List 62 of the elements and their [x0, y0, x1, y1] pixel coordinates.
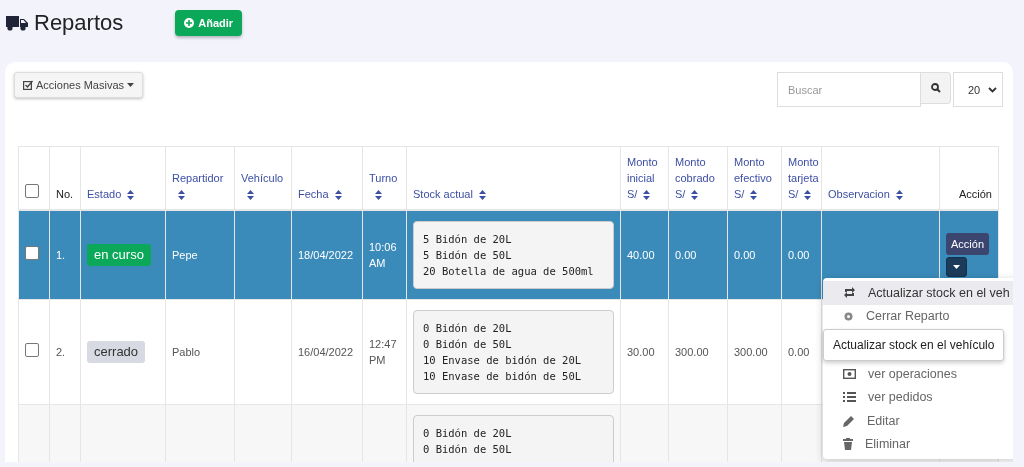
- sort-icon[interactable]: [895, 190, 903, 201]
- status-badge: en curso: [87, 244, 151, 266]
- sort-icon[interactable]: [334, 190, 342, 201]
- table-cell-text: 1.: [56, 248, 66, 263]
- stock-box: 5 Bidón de 20L 5 Bidón de 50L 20 Botella de agua de 500ml: [413, 221, 614, 289]
- table-cell-text: 10:06 AM: [369, 240, 398, 271]
- tooltip: Actualizar stock en el vehículo: [823, 329, 1005, 361]
- arrows-icon: [843, 287, 856, 299]
- caret-icon: [953, 265, 960, 269]
- stock-box: 0 Bidón de 20L 0 Bidón de 50L 10 Envase de bidón de 20L 10 Envase de bidón de 50L: [413, 310, 614, 394]
- sort-icon[interactable]: [127, 190, 135, 201]
- table-cell-text: 2.: [56, 345, 66, 360]
- table-cell-text: 300.00: [734, 345, 768, 360]
- tooltip: Acción: [946, 233, 990, 255]
- checkbox-icon: [23, 80, 33, 90]
- table-cell-text: 40.00: [627, 248, 655, 263]
- column-header: Acción: [958, 187, 992, 202]
- plus-circle-icon: [184, 18, 195, 28]
- sort-icon[interactable]: [750, 190, 758, 201]
- dropdown-button[interactable]: [946, 257, 967, 277]
- stock-box: 0 Bidón de 20L 0 Bidón de 50L: [413, 415, 614, 462]
- table-cell-text: 0.00: [788, 248, 810, 263]
- page-size-select[interactable]: 20: [953, 72, 1003, 107]
- menu-item[interactable]: Actualizar stock en el veh: [823, 281, 1013, 305]
- column-header[interactable]: Fecha: [298, 186, 342, 202]
- pencil-icon: [843, 414, 855, 427]
- column-header[interactable]: Stock actual: [413, 186, 486, 202]
- table-cell-text: Pepe: [172, 248, 198, 263]
- search-icon: [930, 83, 941, 93]
- table-cell-text: 30.00: [627, 345, 655, 360]
- sort-icon[interactable]: [804, 190, 812, 201]
- column-header[interactable]: Estado: [87, 186, 135, 202]
- truck-icon: [6, 15, 28, 31]
- search-button[interactable]: [921, 72, 951, 104]
- sort-icon[interactable]: [375, 190, 382, 201]
- column-header[interactable]: Observacion: [828, 186, 903, 202]
- status-badge: cerrado: [87, 341, 146, 363]
- sort-icon[interactable]: [643, 190, 651, 201]
- column-header: No.: [56, 187, 74, 202]
- caret-icon: [127, 83, 135, 87]
- table-cell-text: 16/04/2022: [298, 345, 354, 360]
- table-cell-text: 0.00: [734, 248, 756, 263]
- table-cell-text: 0.00: [675, 248, 697, 263]
- checkbox[interactable]: [25, 246, 39, 260]
- sort-icon[interactable]: [247, 190, 254, 201]
- checkbox[interactable]: [25, 343, 39, 357]
- table-cell-text: 12:47 PM: [369, 337, 398, 368]
- list-icon: [843, 392, 856, 403]
- table-cell-text: Pablo: [172, 345, 201, 360]
- page-title: Repartos: [34, 10, 124, 36]
- table-cell-text: 0.00: [788, 345, 810, 360]
- table-cell-text: 300.00: [675, 345, 709, 360]
- checkbox[interactable]: [25, 184, 39, 198]
- sort-icon[interactable]: [178, 190, 185, 201]
- bulk-actions-button[interactable]: Acciones Masivas: [14, 72, 144, 98]
- search-field[interactable]: Buscar: [777, 72, 921, 107]
- table-cell-text: 18/04/2022: [298, 248, 354, 263]
- sort-icon[interactable]: [478, 190, 486, 201]
- banknote-icon: [843, 368, 856, 379]
- sort-icon[interactable]: [691, 190, 699, 201]
- trash-icon: [843, 438, 853, 451]
- chevron-icon: [988, 86, 997, 93]
